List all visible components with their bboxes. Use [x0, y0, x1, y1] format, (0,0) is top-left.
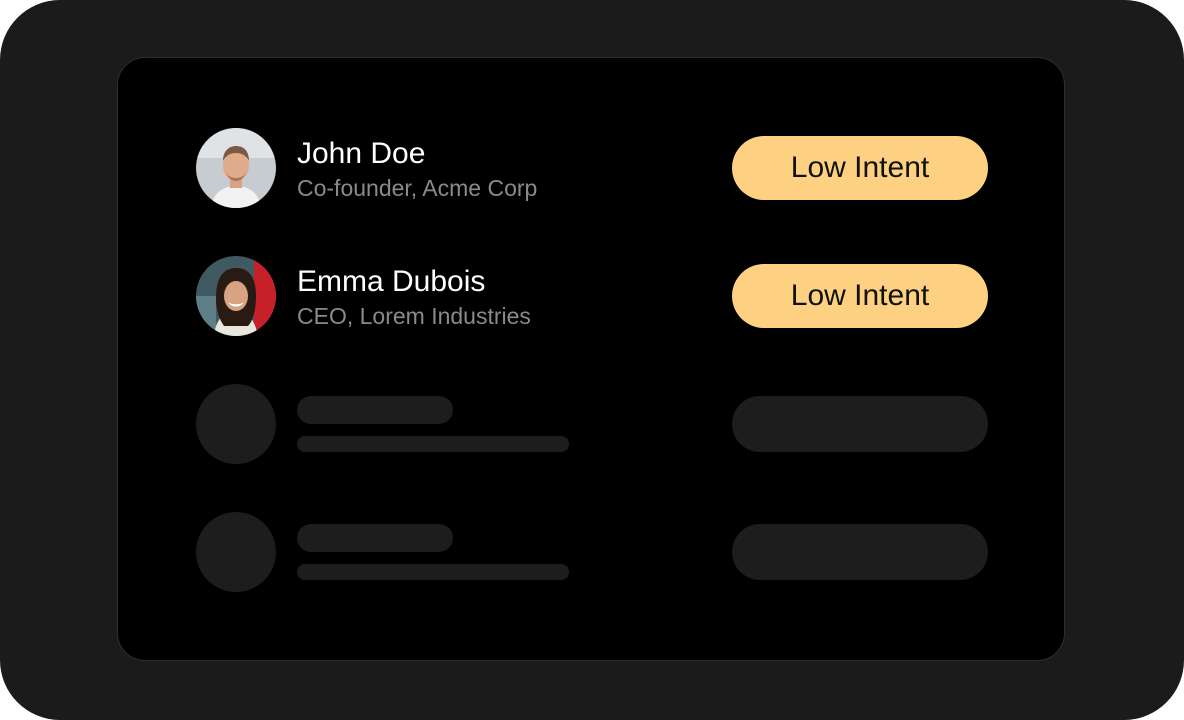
avatar — [196, 128, 276, 208]
skeleton-avatar — [196, 384, 276, 464]
skeleton-name-line — [297, 396, 453, 424]
skeleton-badge — [732, 524, 988, 580]
skeleton-role-line — [297, 564, 569, 580]
contact-role: CEO, Lorem Industries — [297, 303, 531, 329]
skeleton-name-line — [297, 524, 453, 552]
intent-badge[interactable]: Low Intent — [732, 264, 988, 328]
skeleton-avatar — [196, 512, 276, 592]
skeleton-badge — [732, 396, 988, 452]
contact-name: John Doe — [297, 137, 426, 170]
intent-badge[interactable]: Low Intent — [732, 136, 988, 200]
contact-role: Co-founder, Acme Corp — [297, 175, 538, 201]
emma-dubois-photo — [196, 256, 276, 336]
contact-row[interactable]: Emma Dubois CEO, Lorem Industries Low In… — [196, 256, 988, 336]
contacts-panel: John Doe Co-founder, Acme Corp Low Inten… — [117, 57, 1065, 661]
skeleton-role-line — [297, 436, 569, 452]
john-doe-photo — [196, 128, 276, 208]
skeleton-row — [196, 384, 988, 464]
skeleton-row — [196, 512, 988, 592]
contact-row[interactable]: John Doe Co-founder, Acme Corp Low Inten… — [196, 128, 988, 208]
outer-frame: John Doe Co-founder, Acme Corp Low Inten… — [0, 0, 1184, 720]
avatar — [196, 256, 276, 336]
contact-name: Emma Dubois — [297, 265, 486, 298]
